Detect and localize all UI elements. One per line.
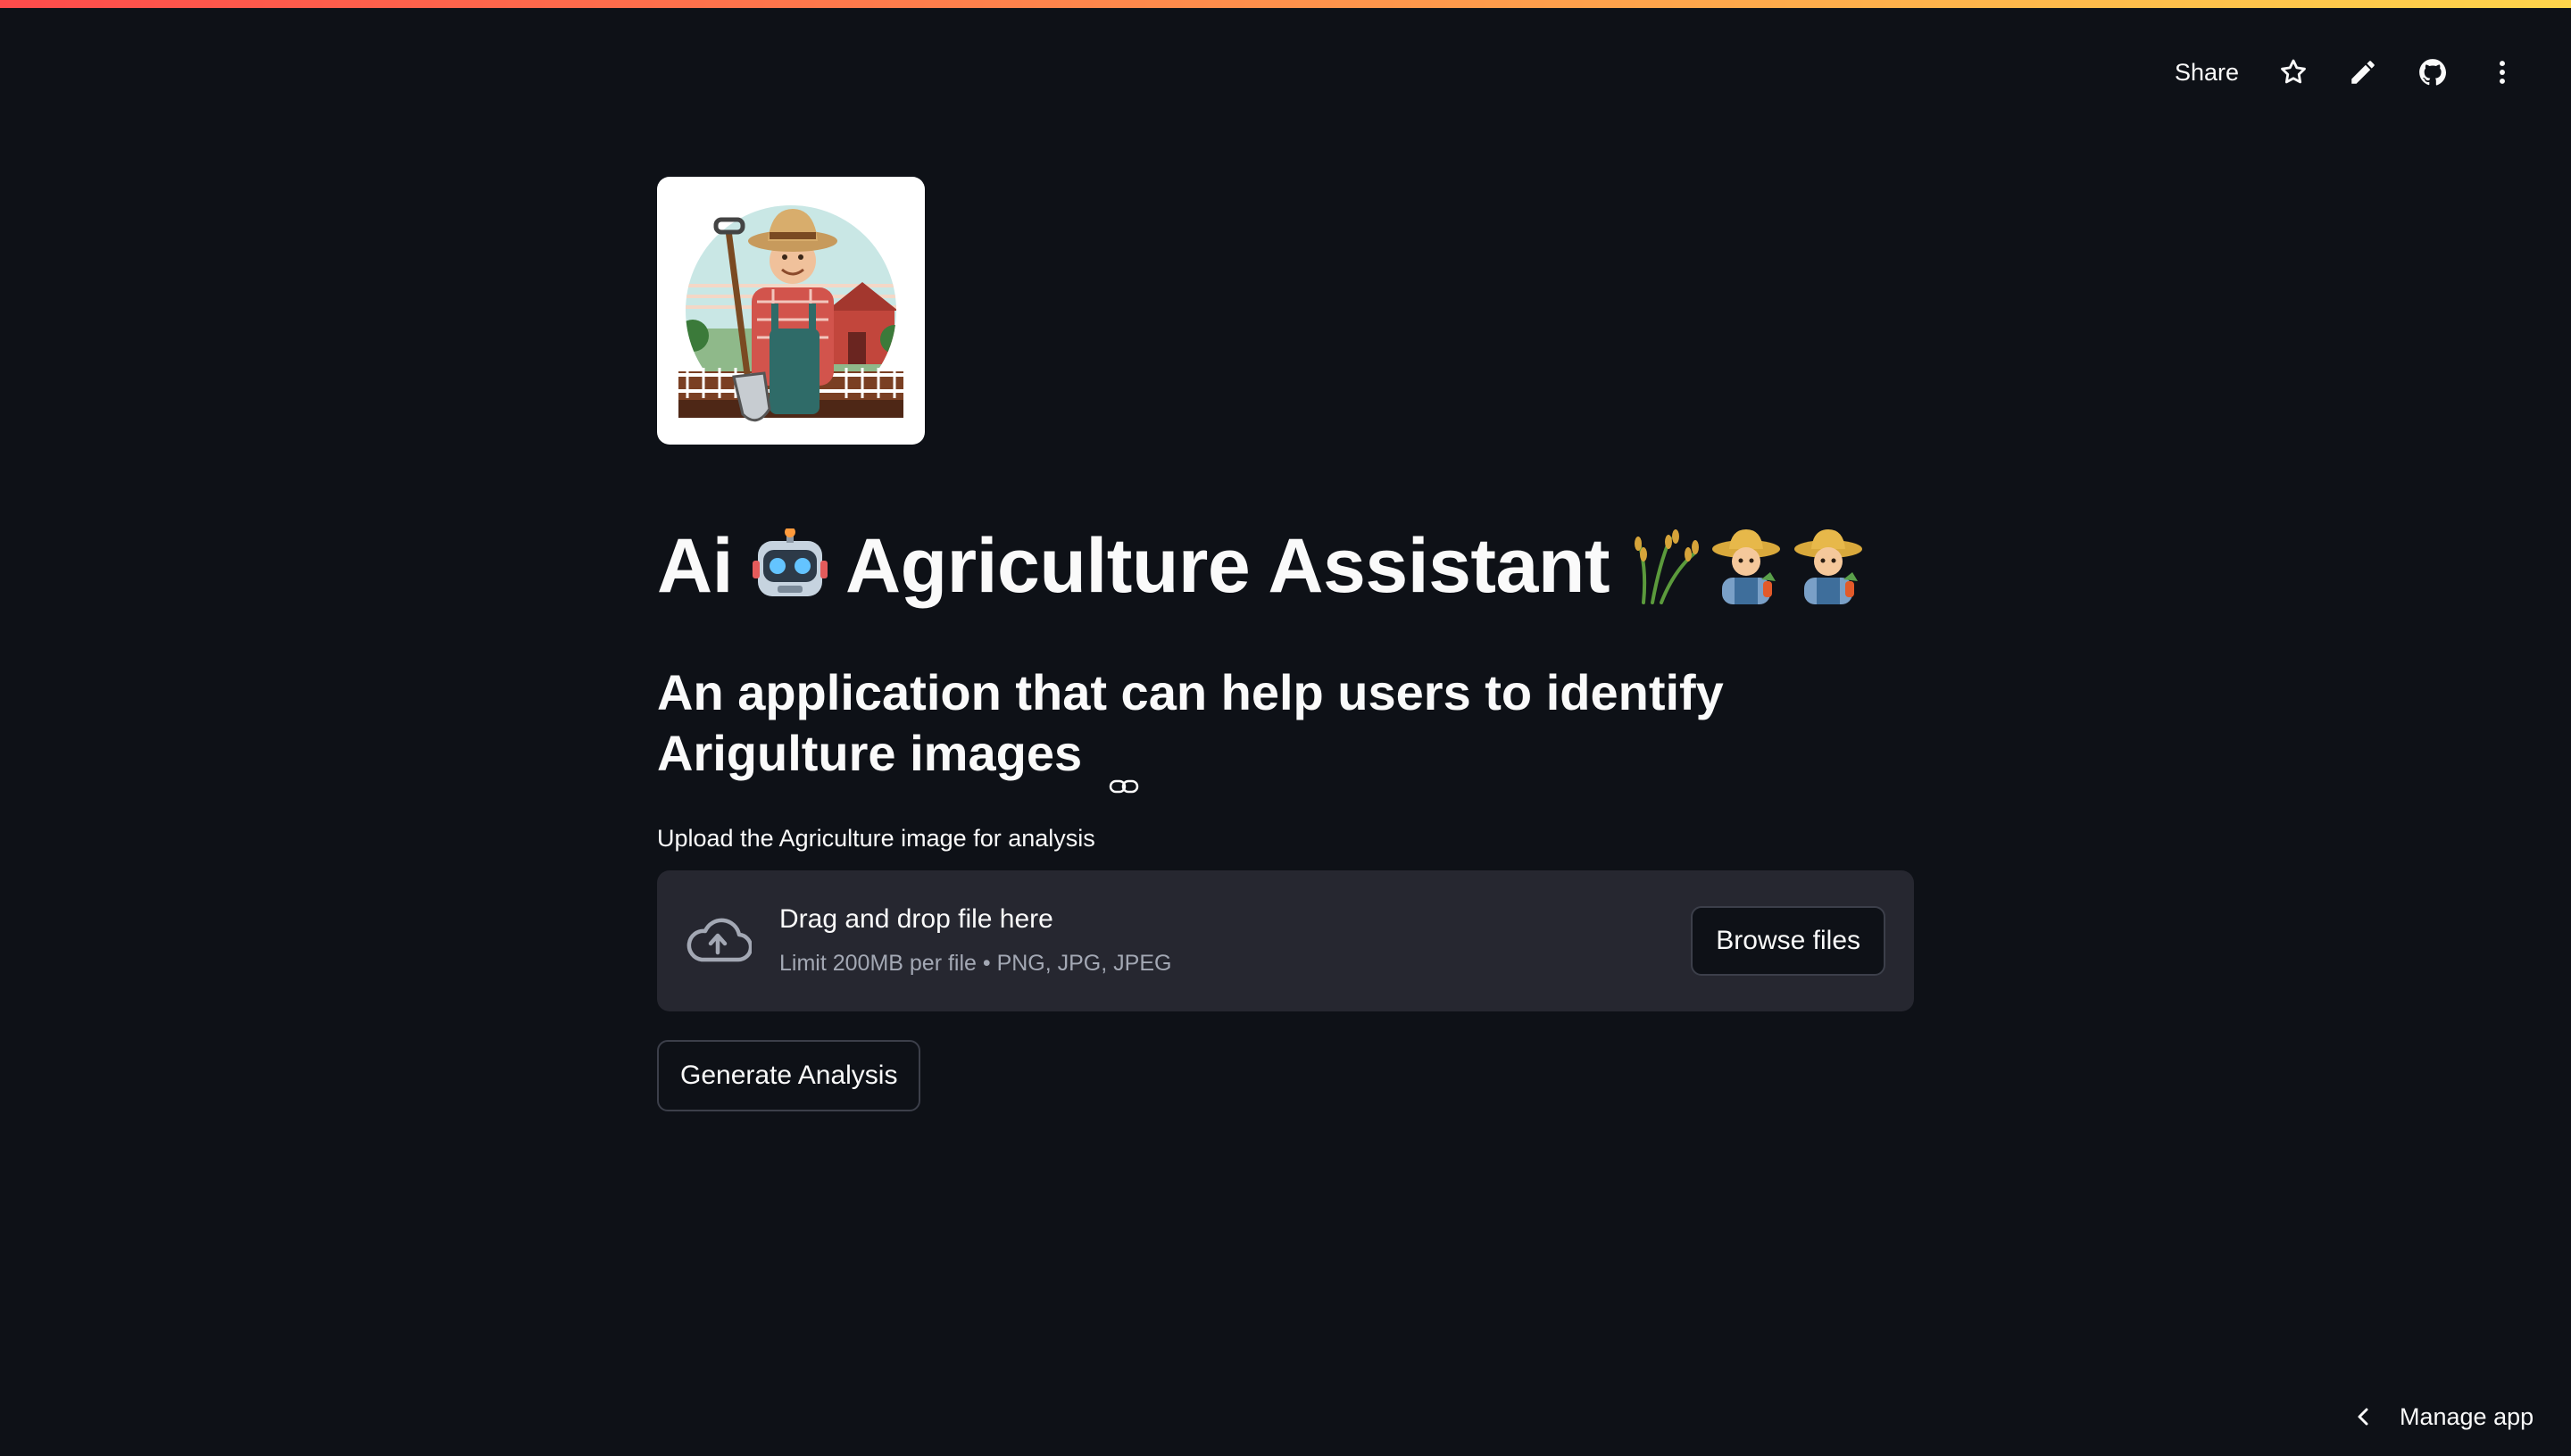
file-dropzone[interactable]: Drag and drop file here Limit 200MB per … — [657, 870, 1914, 1011]
rice-sheaf-emoji-icon — [1635, 529, 1700, 604]
farmer-emoji-icon — [1712, 529, 1781, 604]
dropzone-title: Drag and drop file here — [779, 904, 1053, 934]
main-content: Ai Agriculture Assistant An application … — [657, 177, 1914, 1111]
more-vertical-icon[interactable] — [2487, 57, 2517, 87]
share-button[interactable]: Share — [2175, 59, 2239, 87]
browse-files-button[interactable]: Browse files — [1691, 906, 1885, 976]
dropzone-limit-text: Limit 200MB per file • PNG, JPG, JPEG — [779, 951, 1172, 976]
github-icon[interactable] — [2417, 57, 2448, 87]
title-prefix: Ai — [657, 523, 734, 609]
title-emoji-group — [1626, 528, 1867, 604]
subtitle-text: An application that can help users to id… — [657, 664, 1724, 781]
farmer-emoji-icon — [1794, 529, 1863, 604]
top-decoration-stripe — [0, 0, 2571, 8]
chevron-left-icon — [2353, 1406, 2375, 1427]
uploader-label: Upload the Agriculture image for analysi… — [657, 825, 1095, 852]
page-title: Ai Agriculture Assistant — [657, 521, 1914, 611]
page-subtitle: An application that can help users to id… — [657, 662, 1925, 794]
manage-app-label: Manage app — [2400, 1402, 2534, 1430]
generate-analysis-button[interactable]: Generate Analysis — [657, 1040, 921, 1111]
cloud-upload-icon — [684, 915, 753, 965]
robot-emoji-icon — [753, 527, 828, 603]
header-toolbar: Share — [2175, 48, 2517, 96]
farmer-logo-image — [657, 177, 925, 445]
anchor-link-icon[interactable] — [1109, 748, 1139, 794]
manage-app-button[interactable]: Manage app — [2330, 1377, 2571, 1456]
title-main: Agriculture Assistant — [845, 523, 1610, 609]
edit-pencil-icon[interactable] — [2348, 57, 2378, 87]
star-icon[interactable] — [2278, 57, 2309, 87]
